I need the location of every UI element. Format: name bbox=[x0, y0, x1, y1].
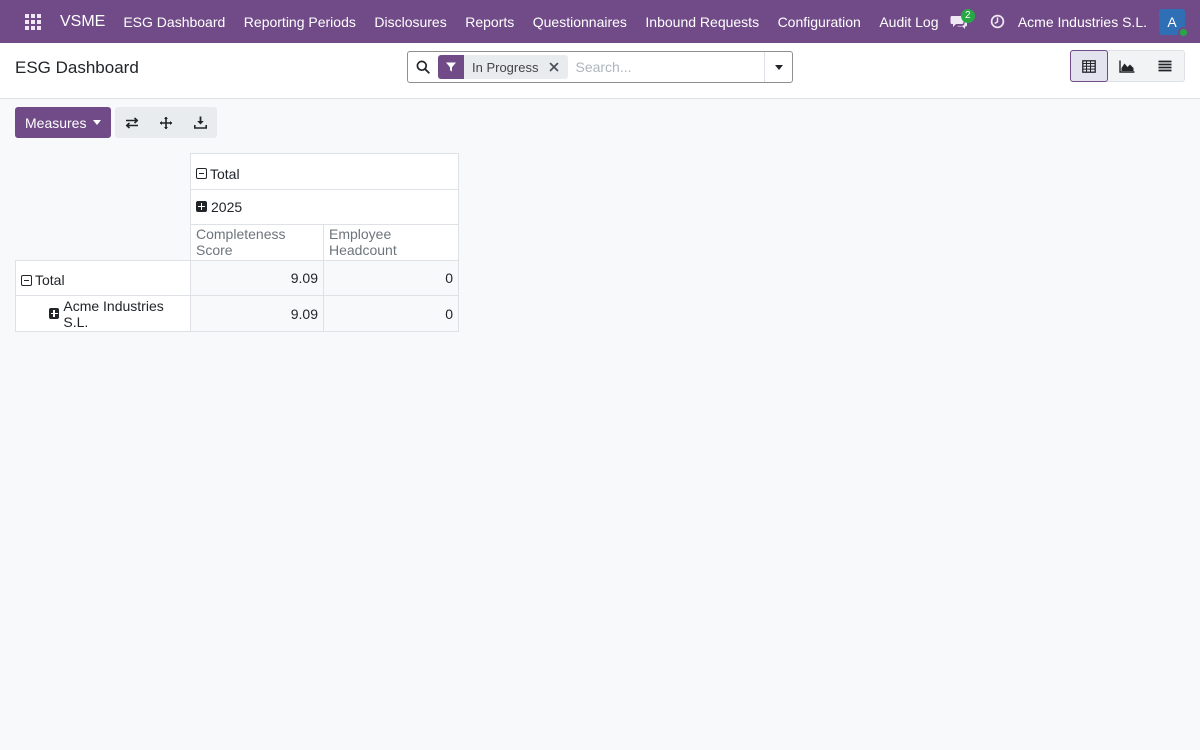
collapse-icon bbox=[21, 274, 32, 286]
online-status-icon bbox=[1178, 26, 1189, 38]
company-switcher[interactable]: Acme Industries S.L. bbox=[1018, 14, 1147, 30]
pivot-corner bbox=[16, 225, 191, 261]
filter-icon bbox=[438, 55, 464, 79]
view-pivot-button[interactable] bbox=[1070, 50, 1108, 82]
row-label: Acme Industries S.L. bbox=[63, 297, 164, 330]
view-list-button[interactable] bbox=[1146, 51, 1184, 81]
clock-icon bbox=[990, 14, 1005, 29]
collapse-icon bbox=[196, 168, 207, 180]
facet-label: In Progress bbox=[472, 59, 539, 75]
download-icon bbox=[193, 116, 207, 129]
pivot-cell[interactable]: 0 bbox=[323, 259, 459, 297]
col-total-label: Total bbox=[210, 165, 240, 182]
col-group-label: 2025 bbox=[211, 198, 243, 215]
expand-icon bbox=[49, 308, 60, 320]
pivot-cell[interactable]: 0 bbox=[323, 295, 459, 332]
messages-count-badge: 2 bbox=[960, 9, 975, 23]
pivot-col-header-total[interactable]: Total bbox=[190, 153, 459, 190]
nav-item-configuration[interactable]: Configuration bbox=[778, 14, 861, 30]
user-avatar[interactable]: A bbox=[1159, 8, 1189, 38]
pivot-table: Total 2025 Completeness Score Employee H… bbox=[15, 153, 459, 332]
pivot-tools bbox=[115, 107, 218, 138]
nav-item-reports[interactable]: Reports bbox=[465, 14, 514, 30]
search-button[interactable] bbox=[408, 52, 438, 82]
pivot-cell[interactable]: 9.09 bbox=[190, 259, 324, 297]
measures-label: Measures bbox=[25, 114, 87, 131]
view-switcher bbox=[1070, 50, 1185, 82]
pivot-row-header-company[interactable]: Acme Industries S.L. bbox=[15, 295, 191, 332]
table-icon bbox=[1082, 59, 1096, 73]
pivot-row-header-total[interactable]: Total bbox=[15, 259, 191, 297]
view-graph-button[interactable] bbox=[1108, 51, 1146, 81]
row-label: Total bbox=[35, 272, 65, 289]
table-row: Total 9.09 0 bbox=[15, 259, 459, 297]
nav-item-audit-log[interactable]: Audit Log bbox=[879, 14, 938, 30]
measure-header-completeness-score[interactable]: Completeness Score bbox=[190, 224, 324, 261]
top-navbar: VSME ESG Dashboard Reporting Periods Dis… bbox=[0, 0, 1200, 43]
expand-all-icon bbox=[160, 116, 173, 129]
list-icon bbox=[1158, 60, 1172, 72]
expand-all-button[interactable] bbox=[149, 107, 183, 138]
search-input[interactable] bbox=[568, 53, 764, 81]
flip-axis-button[interactable] bbox=[115, 107, 149, 138]
measures-button[interactable]: Measures bbox=[15, 107, 112, 138]
nav-item-inbound-requests[interactable]: Inbound Requests bbox=[645, 14, 759, 30]
pivot-corner bbox=[16, 154, 191, 190]
apps-grid-icon bbox=[25, 13, 41, 30]
filter-facet: In Progress bbox=[438, 55, 569, 79]
area-chart-icon bbox=[1119, 60, 1135, 73]
table-row: Acme Industries S.L. 9.09 0 bbox=[15, 295, 459, 332]
flip-axis-icon bbox=[126, 116, 139, 129]
navbar-systray: 2 Acme Industries S.L. A bbox=[950, 0, 1200, 43]
control-panel: ESG Dashboard In Progress bbox=[0, 43, 1200, 99]
measure-header-employee-headcount[interactable]: Employee Headcount bbox=[323, 224, 459, 261]
messages-button[interactable]: 2 bbox=[950, 0, 975, 43]
app-brand[interactable]: VSME bbox=[60, 13, 105, 31]
nav-item-esg-dashboard[interactable]: ESG Dashboard bbox=[123, 14, 225, 30]
search-bar: In Progress bbox=[407, 51, 793, 83]
nav-item-disclosures[interactable]: Disclosures bbox=[374, 14, 446, 30]
expand-icon bbox=[196, 201, 207, 213]
caret-down-icon bbox=[774, 64, 783, 70]
avatar-letter: A bbox=[1167, 13, 1177, 30]
nav-item-reporting-periods[interactable]: Reporting Periods bbox=[244, 14, 356, 30]
download-button[interactable] bbox=[183, 107, 217, 138]
apps-menu-button[interactable] bbox=[16, 0, 50, 43]
nav-item-questionnaires[interactable]: Questionnaires bbox=[533, 14, 627, 30]
search-options-toggle[interactable] bbox=[764, 52, 792, 82]
page-title: ESG Dashboard bbox=[15, 58, 139, 77]
caret-down-icon bbox=[93, 120, 102, 125]
search-icon bbox=[416, 60, 430, 74]
close-icon[interactable] bbox=[546, 55, 562, 79]
pivot-cell[interactable]: 9.09 bbox=[190, 295, 324, 332]
pivot-corner bbox=[16, 189, 191, 225]
pivot-toolbar: Measures bbox=[15, 107, 218, 138]
activities-button[interactable] bbox=[990, 0, 1008, 43]
pivot-col-header-2025[interactable]: 2025 bbox=[190, 188, 459, 226]
